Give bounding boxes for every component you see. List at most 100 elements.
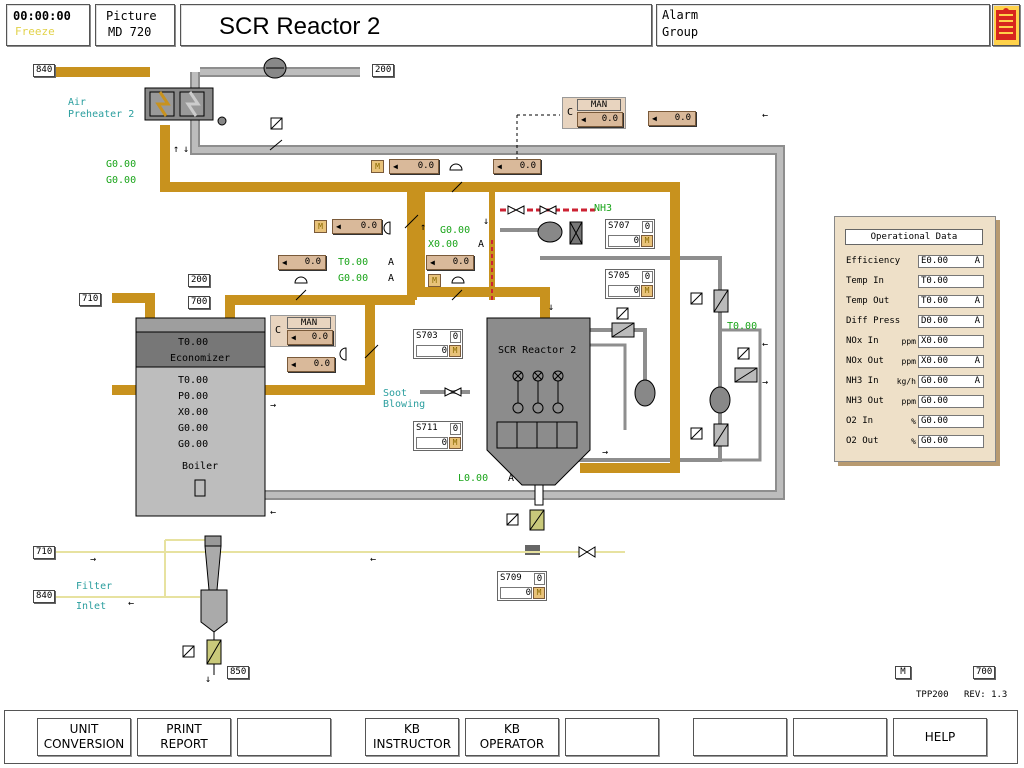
switch-s709[interactable]: S709 0 0 M: [497, 571, 547, 601]
svg-text:→: →: [762, 377, 768, 388]
controller-f[interactable]: ◀ 0.0: [287, 357, 335, 372]
op-data-flag: A: [974, 376, 980, 386]
help-button[interactable]: HELP: [893, 718, 987, 756]
tag-700-mid[interactable]: 700: [188, 296, 211, 309]
controller-man-1[interactable]: C MAN ◀ 0.0: [562, 97, 626, 129]
filter-label-2: Inlet: [76, 601, 107, 612]
op-data-label: NOx In: [846, 336, 879, 346]
tag-850[interactable]: 850: [227, 666, 250, 679]
m-button-s703[interactable]: M: [449, 345, 461, 357]
kb-operator-button[interactable]: KB OPERATOR: [465, 718, 559, 756]
tag-200-mid[interactable]: 200: [188, 274, 211, 287]
svg-text:→: →: [602, 447, 608, 458]
svg-text:←: ←: [762, 339, 768, 350]
m-button-s705[interactable]: M: [641, 285, 653, 297]
g-eco: G0.00: [338, 273, 369, 284]
boiler-value-1: T0.00: [178, 375, 209, 386]
tag-700-br[interactable]: 700: [973, 666, 996, 679]
op-data-label: Temp Out: [846, 296, 890, 306]
svg-text:↓: ↓: [205, 674, 211, 685]
controller-c[interactable]: ◀ 0.0: [332, 219, 382, 234]
t-right: T0.00: [727, 321, 758, 332]
op-data-unit: %: [911, 437, 916, 446]
m-button-a[interactable]: M: [371, 160, 384, 173]
air-preheater-label-2: Preheater 2: [68, 109, 135, 120]
function-key-3[interactable]: [237, 718, 331, 756]
svg-text:↑: ↑: [420, 222, 426, 233]
switch-s711[interactable]: S711 0 0 M: [413, 421, 463, 451]
function-key-6[interactable]: [565, 718, 659, 756]
man-value-1[interactable]: ◀ 0.0: [577, 112, 623, 127]
function-key-8[interactable]: [793, 718, 887, 756]
svg-text:←: ←: [762, 110, 768, 121]
soot-label-2: Blowing: [383, 399, 426, 410]
print-report-button[interactable]: PRINT REPORT: [137, 718, 231, 756]
a-eco: A: [388, 257, 395, 268]
op-data-flag: A: [974, 356, 980, 366]
controller-man1-ext[interactable]: ◀ 0.0: [648, 111, 696, 126]
filter-label-1: Filter: [76, 581, 113, 592]
controller-b[interactable]: ◀ 0.0: [493, 159, 541, 174]
scr-reactor-label: SCR Reactor 2: [498, 345, 577, 356]
op-data-value-text: G0.00: [921, 396, 949, 406]
l-a: A: [508, 473, 515, 484]
controller-a[interactable]: ◀ 0.0: [389, 159, 439, 174]
op-data-value: T0.00 A: [918, 295, 984, 308]
a-eco-2: A: [388, 273, 395, 284]
m-button-c[interactable]: M: [314, 220, 327, 233]
op-data-unit: kg/h: [896, 377, 916, 386]
soot-label-1: Soot: [383, 388, 408, 399]
op-data-value-text: T0.00: [921, 276, 949, 286]
op-data-value: G0.00 A: [918, 375, 984, 388]
left-arrow-icon: ◀: [393, 162, 398, 171]
op-data-value-text: T0.00: [921, 296, 949, 306]
svg-text:↓: ↓: [183, 144, 189, 155]
switch-s705[interactable]: S705 0 0 M: [605, 269, 655, 299]
op-data-flag: A: [974, 256, 980, 266]
controller-d[interactable]: ◀ 0.0: [278, 255, 326, 270]
left-arrow-icon: ◀: [497, 162, 502, 171]
tag-840-top[interactable]: 840: [33, 64, 56, 77]
left-arrow-icon: ◀: [291, 360, 296, 369]
nh3-label: NH3: [594, 203, 613, 214]
t-eco: T0.00: [338, 257, 369, 268]
economizer-label: Economizer: [170, 353, 231, 364]
unit-conversion-button[interactable]: UNIT CONVERSION: [37, 718, 131, 756]
tag-710-mid[interactable]: 710: [79, 293, 102, 306]
left-arrow-icon: ◀: [291, 333, 296, 342]
svg-text:↓: ↓: [548, 302, 554, 313]
tag-840-bot[interactable]: 840: [33, 590, 56, 603]
op-data-unit: ppm: [901, 337, 916, 346]
controller-e[interactable]: ◀ 0.0: [426, 255, 474, 270]
x-nh3: X0.00: [428, 239, 459, 250]
m-button-s707[interactable]: M: [641, 235, 653, 247]
left-arrow-icon: ◀: [581, 115, 586, 124]
rev-label: REV: 1.3: [964, 690, 1008, 700]
op-data-label: O2 Out: [846, 436, 879, 446]
g-value-2: G0.00: [106, 175, 137, 186]
controller-man-2[interactable]: C MAN ◀ 0.0: [270, 315, 336, 347]
kb-instructor-button[interactable]: KB INSTRUCTOR: [365, 718, 459, 756]
function-key-7[interactable]: [693, 718, 787, 756]
m-button-s711[interactable]: M: [449, 437, 461, 449]
op-data-unit: ppm: [901, 397, 916, 406]
m-button-s709[interactable]: M: [533, 587, 545, 599]
svg-text:↓: ↓: [483, 216, 489, 227]
op-data-value: T0.00: [918, 275, 984, 288]
svg-text:←: ←: [370, 554, 376, 565]
op-data-value: X0.00: [918, 335, 984, 348]
switch-s703[interactable]: S703 0 0 M: [413, 329, 463, 359]
tag-200-top[interactable]: 200: [372, 64, 395, 77]
svg-text:←: ←: [270, 507, 276, 518]
operational-data-title: Operational Data: [845, 229, 983, 245]
left-arrow-icon: ◀: [430, 258, 435, 267]
man-value-2[interactable]: ◀ 0.0: [287, 330, 333, 345]
m-button-e[interactable]: M: [428, 274, 441, 287]
tag-m-br[interactable]: M: [895, 666, 911, 679]
svg-text:→: →: [270, 400, 276, 411]
air-preheater-label-1: Air: [68, 97, 87, 108]
man-label-2: MAN: [287, 317, 331, 329]
switch-s707[interactable]: S707 0 0 M: [605, 219, 655, 249]
tag-710-bot[interactable]: 710: [33, 546, 56, 559]
op-data-value: G0.00: [918, 395, 984, 408]
